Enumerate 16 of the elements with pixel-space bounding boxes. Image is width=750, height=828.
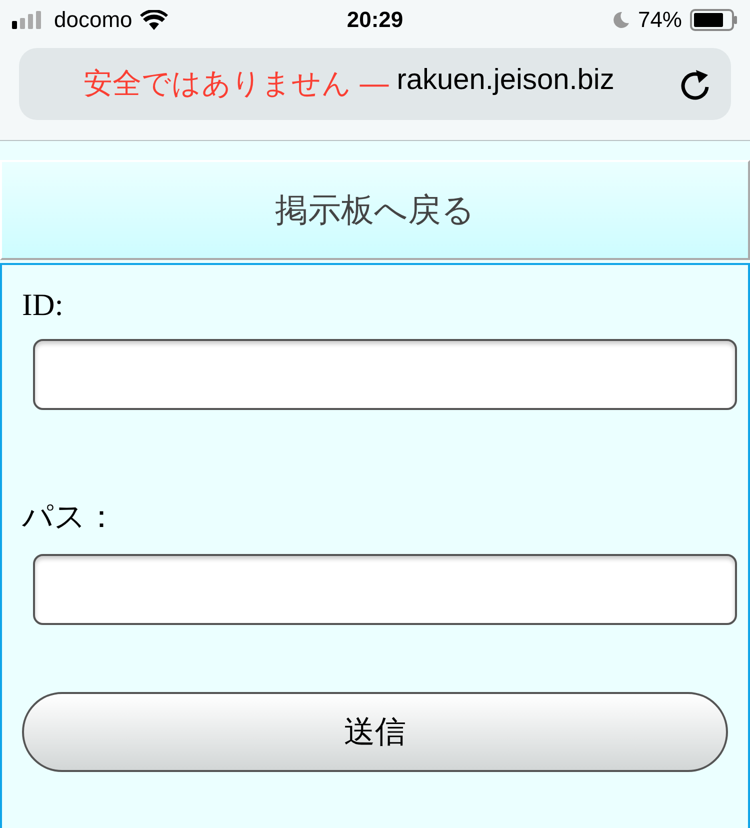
security-warning: 安全ではありません — xyxy=(84,67,389,102)
submit-button[interactable]: 送信 xyxy=(22,692,728,772)
url-text: rakuen.jeison.biz xyxy=(396,64,614,98)
address-bar[interactable]: 安全ではありません — rakuen.jeison.biz xyxy=(19,48,731,120)
back-to-board-button[interactable]: 掲示板へ戻る xyxy=(0,160,750,260)
battery-icon xyxy=(690,9,738,31)
input-field[interactable] xyxy=(33,339,737,410)
carrier-name: docomo xyxy=(54,7,132,33)
battery-percent: 74% xyxy=(638,7,682,33)
wifi-icon xyxy=(140,10,168,30)
field-label: パス： xyxy=(22,498,118,536)
field-label: ID: xyxy=(22,287,64,323)
reload-icon[interactable] xyxy=(679,67,711,101)
clock-time: 20:29 xyxy=(346,7,404,33)
input-field[interactable] xyxy=(33,554,737,625)
moon-icon xyxy=(612,11,630,29)
